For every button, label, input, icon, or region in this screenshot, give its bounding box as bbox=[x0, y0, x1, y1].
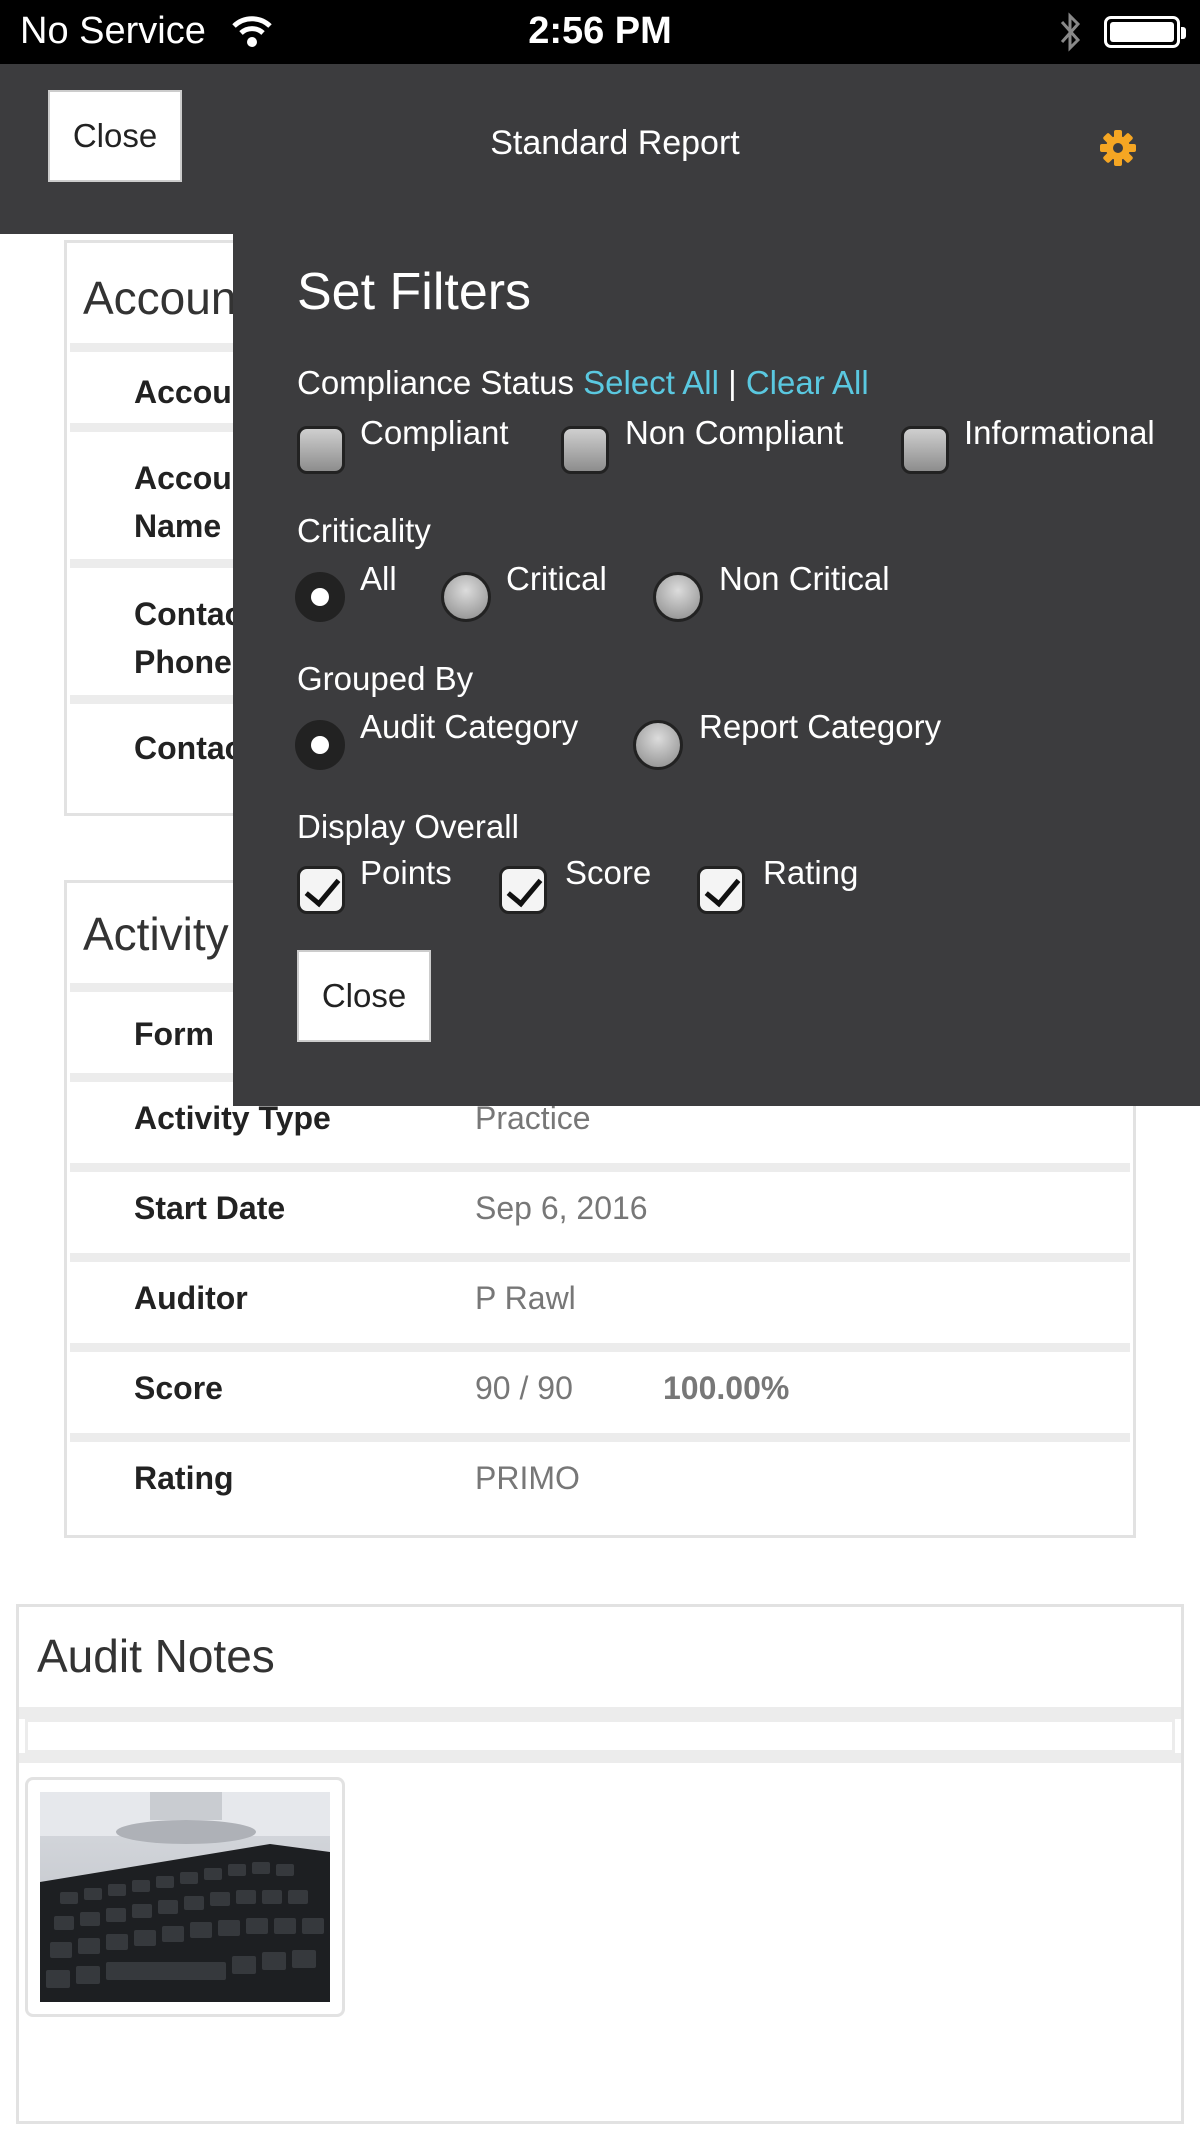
row-label: Score bbox=[134, 1370, 223, 1406]
activity-panel-title: Activity bbox=[83, 908, 229, 960]
battery-icon bbox=[1104, 16, 1186, 48]
criticality-critical-radio[interactable] bbox=[441, 572, 491, 622]
criticality-non-critical-radio[interactable] bbox=[653, 572, 703, 622]
rating-row: Rating PRIMO bbox=[70, 1433, 1130, 1523]
report-category-label: Report Category bbox=[699, 708, 942, 745]
account-panel-title: Account bbox=[83, 272, 250, 324]
compliant-checkbox[interactable] bbox=[297, 426, 345, 474]
grouped-by-label: Grouped By bbox=[297, 660, 474, 697]
divider bbox=[19, 1707, 1181, 1719]
clock: 2:56 PM bbox=[528, 10, 672, 52]
photo-thumbnail[interactable] bbox=[25, 1777, 345, 2017]
audit-category-label: Audit Category bbox=[360, 708, 579, 745]
row-value: P Rawl bbox=[475, 1280, 576, 1316]
rating-checkbox[interactable] bbox=[697, 866, 745, 914]
divider bbox=[19, 1753, 1181, 1763]
score-percent: 100.00% bbox=[663, 1370, 790, 1406]
row-value: Sep 6, 2016 bbox=[475, 1190, 648, 1226]
row-value: 90 / 90 bbox=[475, 1370, 573, 1406]
criticality-critical-label: Critical bbox=[506, 560, 607, 597]
filters-close-button[interactable]: Close bbox=[297, 950, 431, 1042]
audit-category-radio[interactable] bbox=[295, 720, 345, 770]
page-title: Standard Report bbox=[490, 124, 740, 162]
criticality-all-radio[interactable] bbox=[295, 572, 345, 622]
non-compliant-checkbox[interactable] bbox=[561, 426, 609, 474]
status-bar: No Service 2:56 PM bbox=[0, 0, 1200, 64]
rating-label: Rating bbox=[763, 854, 859, 891]
score-label: Score bbox=[565, 854, 652, 891]
start-date-row: Start Date Sep 6, 2016 bbox=[70, 1163, 1130, 1253]
compliance-status-label: Compliance Status bbox=[297, 364, 574, 401]
gear-icon[interactable] bbox=[1098, 128, 1138, 168]
score-row: Score 90 / 90 100.00% bbox=[70, 1343, 1130, 1433]
row-label: Start Date bbox=[134, 1190, 286, 1226]
bluetooth-icon bbox=[1060, 12, 1081, 52]
row-label: Auditor bbox=[134, 1280, 248, 1316]
filters-title: Set Filters bbox=[297, 263, 532, 321]
report-category-radio[interactable] bbox=[633, 720, 683, 770]
score-checkbox[interactable] bbox=[499, 866, 547, 914]
nav-bar: Close Standard Report bbox=[0, 64, 1200, 234]
clear-all-link[interactable]: Clear All bbox=[746, 364, 869, 401]
informational-checkbox[interactable] bbox=[901, 426, 949, 474]
set-filters-popover: Set Filters Compliance Status Select All… bbox=[233, 234, 1200, 1106]
criticality-label: Criticality bbox=[297, 512, 431, 549]
notes-text-field[interactable] bbox=[25, 1719, 1175, 1753]
informational-label: Informational bbox=[964, 414, 1155, 451]
audit-notes-title: Audit Notes bbox=[37, 1630, 275, 1682]
auditor-row: Auditor P Rawl bbox=[70, 1253, 1130, 1343]
keyboard-photo-image bbox=[40, 1792, 330, 2002]
display-overall-label: Display Overall bbox=[297, 808, 519, 845]
points-checkbox[interactable] bbox=[297, 866, 345, 914]
compliance-status-section: Compliance Status Select All | Clear All bbox=[297, 364, 869, 402]
points-label: Points bbox=[360, 854, 452, 891]
link-separator: | bbox=[728, 364, 737, 401]
select-all-link[interactable]: Select All bbox=[583, 364, 719, 401]
criticality-non-critical-label: Non Critical bbox=[719, 560, 890, 597]
row-value: PRIMO bbox=[475, 1460, 580, 1496]
row-label: Rating bbox=[134, 1460, 234, 1496]
criticality-all-label: All bbox=[360, 560, 397, 597]
audit-notes-panel: Audit Notes bbox=[16, 1604, 1184, 2124]
compliant-label: Compliant bbox=[360, 414, 509, 451]
row-label: Form bbox=[134, 1016, 214, 1052]
non-compliant-label: Non Compliant bbox=[625, 414, 844, 451]
